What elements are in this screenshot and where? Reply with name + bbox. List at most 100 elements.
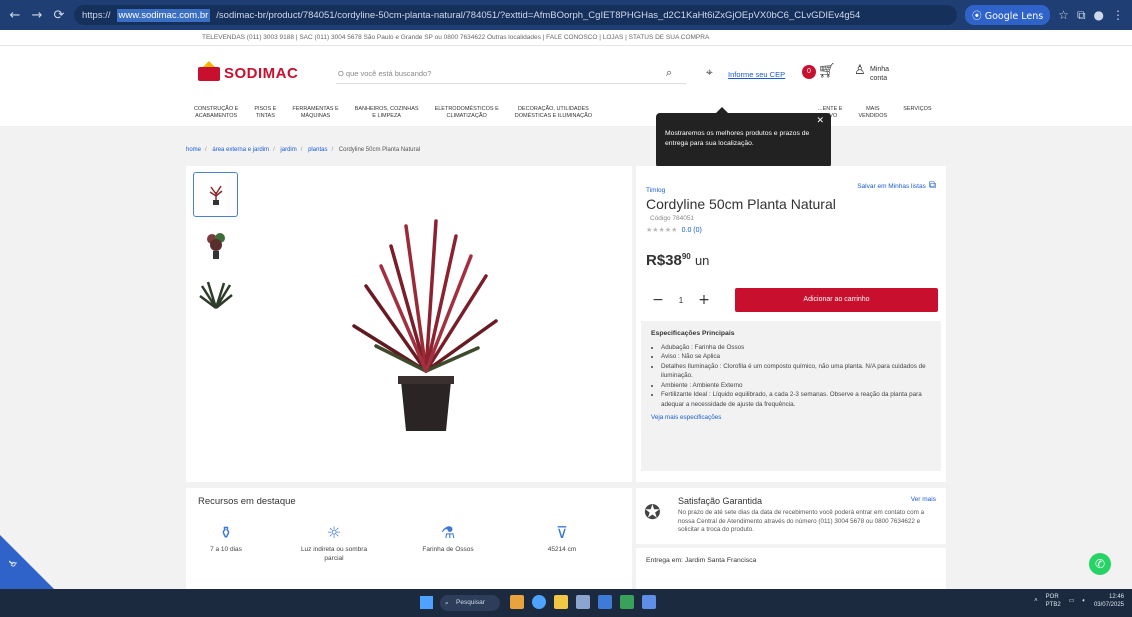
breadcrumb-plantas[interactable]: plantas	[308, 147, 327, 153]
chrome-icon[interactable]	[532, 595, 546, 609]
features-title: Recursos em destaque	[198, 496, 296, 507]
specs-title: Especificações Principais	[651, 330, 735, 337]
spec-item: Aviso : Não se Aplica	[661, 352, 931, 362]
logo-house-icon	[198, 60, 220, 81]
feature-fertilizer: ⚗ Farinha de Ossos	[408, 523, 488, 554]
menu-item-construcao[interactable]: CONSTRUÇÃO E ACABAMENTOS	[186, 106, 246, 120]
quantity-stepper: − 1 +	[646, 288, 716, 312]
add-to-cart-button[interactable]: Adicionar ao carrinho	[735, 288, 938, 312]
product-brand[interactable]: Timlog	[646, 187, 665, 194]
guarantee-badge-icon: ✪	[644, 500, 661, 524]
tray-chevron-icon[interactable]: ˄	[1034, 597, 1038, 605]
extensions-icon[interactable]: ⧉	[1077, 8, 1086, 23]
google-lens-button[interactable]: ⦿ Google Lens	[965, 5, 1051, 25]
sun-icon: ☼	[326, 523, 342, 542]
site-header: SODIMAC O que você está buscando? ⌕ ⌖ In…	[0, 46, 1132, 126]
windows-start-icon[interactable]	[420, 596, 433, 609]
product-rating[interactable]: ★★★★★ 0.0 (0)	[646, 226, 702, 234]
fertilizer-icon: ⚗	[440, 523, 456, 542]
clock-date: 03/07/2025	[1093, 602, 1124, 608]
pot-icon: ⊽	[556, 523, 568, 542]
cart-icon[interactable]: 🛒︎	[818, 63, 836, 79]
watering-can-icon: ⚱	[219, 523, 233, 542]
category-menu: CONSTRUÇÃO E ACABAMENTOS PISOS E TINTAS …	[186, 106, 600, 120]
whatsapp-button[interactable]: ✆	[1089, 553, 1111, 575]
breadcrumb-jardim[interactable]: jardim	[280, 147, 296, 153]
top-info-bar: TELEVENDAS (011) 3003 9188 | SAC (011) 3…	[0, 30, 1132, 46]
menu-kebab-icon[interactable]: ⋮	[1112, 8, 1124, 22]
cart-count-badge: 0	[802, 65, 816, 79]
back-icon[interactable]: ←	[8, 8, 22, 23]
menu-item-decoracao[interactable]: DECORAÇÃO, UTILIDADES DOMÉSTICAS E ILUMI…	[507, 106, 600, 120]
network-icon[interactable]: ▭	[1069, 597, 1075, 605]
url-prefix: https://	[82, 9, 111, 21]
search-icon[interactable]: ⌕	[666, 66, 672, 80]
forward-icon[interactable]: →	[30, 8, 44, 23]
taskbar-apps	[510, 595, 656, 609]
taskbar-search[interactable]: ⌕ Pesquisar	[440, 595, 500, 611]
menu-item-mais-vendidos[interactable]: MAIS VENDIDOS	[850, 106, 895, 120]
rating-stars-icon: ★★★★★	[646, 226, 678, 234]
cep-tooltip: ✕ Mostraremos os melhores produtos e pra…	[656, 107, 831, 168]
url-host: www.sodimac.com.br	[116, 8, 211, 22]
bookmark-star-icon[interactable]: ☆	[1058, 8, 1069, 22]
close-icon[interactable]: ✕	[816, 116, 824, 127]
profile-icon[interactable]: ●	[1094, 8, 1104, 22]
search-icon: ⌕	[445, 599, 449, 607]
app-icon[interactable]	[642, 595, 656, 609]
product-price: R$3890 un	[646, 252, 709, 269]
mail-icon[interactable]	[598, 595, 612, 609]
breadcrumb-current: Cordyline 50cm Planta Natural	[338, 147, 421, 153]
tooltip-text: Mostraremos os melhores produtos e prazo…	[665, 130, 810, 147]
price-cents: 90	[681, 252, 691, 261]
rating-value: 0.0 (0)	[681, 227, 702, 234]
thumbnail-2[interactable]	[193, 222, 238, 267]
thumbnail-3[interactable]	[193, 272, 238, 317]
quantity-value[interactable]: 1	[670, 296, 692, 305]
delivery-box: Entrega em: Jardim Santa Francisca	[636, 548, 946, 589]
product-main-image[interactable]	[336, 206, 516, 446]
google-lens-label: Google Lens	[984, 11, 1044, 22]
guarantee-more-link[interactable]: Ver mais	[911, 496, 936, 503]
thumbnail-1[interactable]	[193, 172, 238, 217]
language-indicator[interactable]: POR PTB2	[1046, 593, 1061, 609]
product-title: Cordyline 50cm Planta Natural	[646, 196, 836, 212]
search-input[interactable]: O que você está buscando?	[336, 64, 686, 84]
user-icon[interactable]: ♙	[854, 63, 866, 78]
save-to-list-label: Salvar em Minhas listas	[857, 183, 926, 190]
location-pin-icon[interactable]: ⌖	[706, 65, 713, 80]
feature-light: ☼ Luz indireta ou sombra parcial	[294, 523, 374, 563]
price-unit: un	[694, 253, 710, 268]
browser-toolbar: ← → ⟳ https:// www.sodimac.com.br /sodim…	[0, 0, 1132, 30]
volume-icon[interactable]: 🔈︎	[1082, 597, 1086, 605]
feature-label: Luz indireta ou sombra parcial	[300, 546, 368, 562]
breadcrumb-area-externa[interactable]: área externa e jardim	[212, 147, 269, 153]
product-gallery	[186, 166, 632, 482]
decrease-quantity-button[interactable]: −	[646, 292, 670, 308]
menu-item-ferramentas[interactable]: FERRAMENTAS E MÁQUINAS	[284, 106, 346, 120]
sodimac-logo[interactable]: SODIMAC	[198, 60, 299, 82]
menu-item-pisos[interactable]: PISOS E TINTAS	[246, 106, 284, 120]
clock[interactable]: 12:46 03/07/2025	[1094, 593, 1124, 609]
product-code: Código 784051	[650, 215, 695, 222]
features-section: Recursos em destaque ⚱ 7 a 10 dias ☼ Luz…	[186, 488, 632, 589]
menu-item-servicos[interactable]: SERVIÇOS	[895, 106, 939, 120]
address-bar[interactable]: https:// www.sodimac.com.br /sodimac-br/…	[74, 5, 958, 25]
widgets-icon[interactable]	[510, 595, 524, 609]
logo-text: SODIMAC	[224, 65, 299, 82]
store-icon[interactable]	[576, 595, 590, 609]
breadcrumb-home[interactable]: home	[186, 147, 201, 153]
cep-link[interactable]: Informe seu CEP	[728, 70, 785, 79]
account-link[interactable]: Minha conta	[870, 65, 906, 83]
menu-item-banheiros[interactable]: BANHEIROS, COZINHAS E LIMPEZA	[347, 106, 427, 120]
increase-quantity-button[interactable]: +	[692, 292, 716, 308]
more-specs-link[interactable]: Veja mais especificações	[651, 413, 931, 423]
save-to-list-button[interactable]: Salvar em Minhas listas ⧉	[857, 180, 936, 191]
file-explorer-icon[interactable]	[554, 595, 568, 609]
excel-icon[interactable]	[620, 595, 634, 609]
system-tray: ˄ POR PTB2 ▭ 🔈︎ 12:46 03/07/2025	[1034, 593, 1124, 609]
menu-item-eletrodomesticos[interactable]: ELETRODOMÉSTICOS E CLIMATIZAÇÃO	[427, 106, 507, 120]
spec-item: Ambiente : Ambiente Externo	[661, 381, 931, 391]
spec-item: Adubação : Farinha de Ossos	[661, 343, 931, 353]
reload-icon[interactable]: ⟳	[52, 8, 66, 23]
